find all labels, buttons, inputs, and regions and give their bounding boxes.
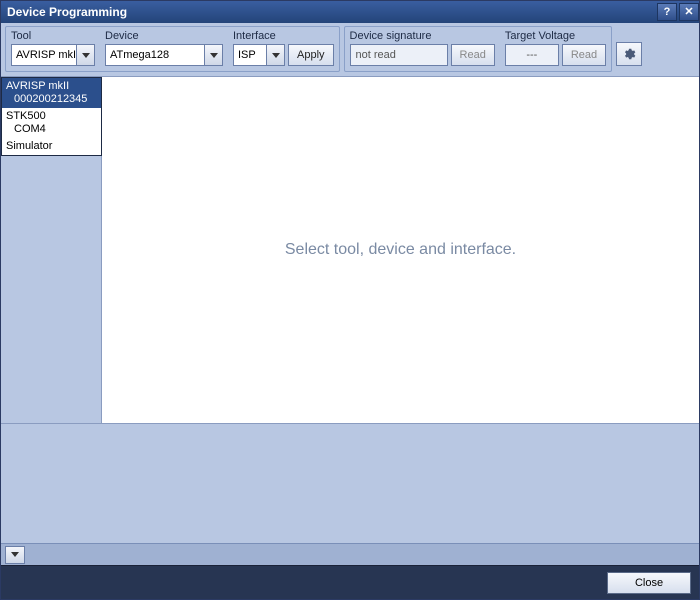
- toolbar: Tool AVRISP mkII Device ATmega128: [1, 23, 699, 77]
- voltage-field: Target Voltage --- Read: [505, 30, 606, 66]
- chevron-down-icon: [82, 53, 90, 58]
- gear-icon: [622, 47, 636, 61]
- tool-combobox[interactable]: AVRISP mkII: [11, 44, 95, 66]
- footer-bar: Close: [1, 565, 699, 599]
- tool-dropdown-list[interactable]: AVRISP mkII 000200212345 STK500 COM4 Sim…: [1, 77, 102, 156]
- main-area: Select tool, device and interface. AVRIS…: [1, 77, 699, 423]
- signature-voltage-group: Device signature not read Read Target Vo…: [344, 26, 613, 72]
- signature-field: Device signature not read Read: [350, 30, 495, 66]
- apply-button[interactable]: Apply: [288, 44, 334, 66]
- tool-option-simulator[interactable]: Simulator: [2, 138, 101, 155]
- tool-label: Tool: [11, 30, 95, 42]
- voltage-label: Target Voltage: [505, 30, 606, 42]
- chevron-down-icon: [210, 53, 218, 58]
- close-window-button[interactable]: ✕: [679, 3, 699, 21]
- device-programming-window: Device Programming ? ✕ Tool AVRISP mkII: [0, 0, 700, 600]
- tool-option-stk500[interactable]: STK500 COM4: [2, 108, 101, 138]
- device-value: ATmega128: [106, 49, 204, 61]
- status-strip: [1, 543, 699, 565]
- interface-label: Interface: [233, 30, 334, 42]
- titlebar: Device Programming ? ✕: [1, 1, 699, 23]
- device-combobox[interactable]: ATmega128: [105, 44, 223, 66]
- signature-text: not read: [350, 44, 448, 66]
- chevron-down-icon: [272, 53, 280, 58]
- device-label: Device: [105, 30, 223, 42]
- interface-field: Interface ISP Apply: [233, 30, 334, 66]
- signature-value: not read: [351, 49, 447, 61]
- read-signature-button[interactable]: Read: [451, 44, 495, 66]
- bottom-panel: [1, 423, 699, 543]
- tool-field: Tool AVRISP mkII: [11, 30, 95, 66]
- settings-button[interactable]: [616, 42, 642, 66]
- device-dropdown-button[interactable]: [204, 45, 222, 65]
- window-title: Device Programming: [7, 5, 127, 19]
- interface-value: ISP: [234, 49, 266, 61]
- voltage-text: ---: [505, 44, 559, 66]
- expand-button[interactable]: [5, 546, 25, 564]
- close-button[interactable]: Close: [607, 572, 691, 594]
- signature-label: Device signature: [350, 30, 495, 42]
- help-button[interactable]: ?: [657, 3, 677, 21]
- device-field: Device ATmega128: [105, 30, 223, 66]
- read-voltage-button[interactable]: Read: [562, 44, 606, 66]
- tool-value: AVRISP mkII: [12, 49, 76, 61]
- interface-combobox[interactable]: ISP: [233, 44, 285, 66]
- chevron-down-icon: [11, 552, 19, 557]
- placeholder-text: Select tool, device and interface.: [285, 241, 516, 259]
- voltage-value: ---: [506, 49, 558, 61]
- tool-device-group: Tool AVRISP mkII Device ATmega128: [5, 26, 340, 72]
- center-pane: Select tool, device and interface.: [102, 77, 699, 423]
- interface-dropdown-button[interactable]: [266, 45, 284, 65]
- tool-option-avrisp[interactable]: AVRISP mkII 000200212345: [2, 78, 101, 108]
- tool-dropdown-button[interactable]: [76, 45, 94, 65]
